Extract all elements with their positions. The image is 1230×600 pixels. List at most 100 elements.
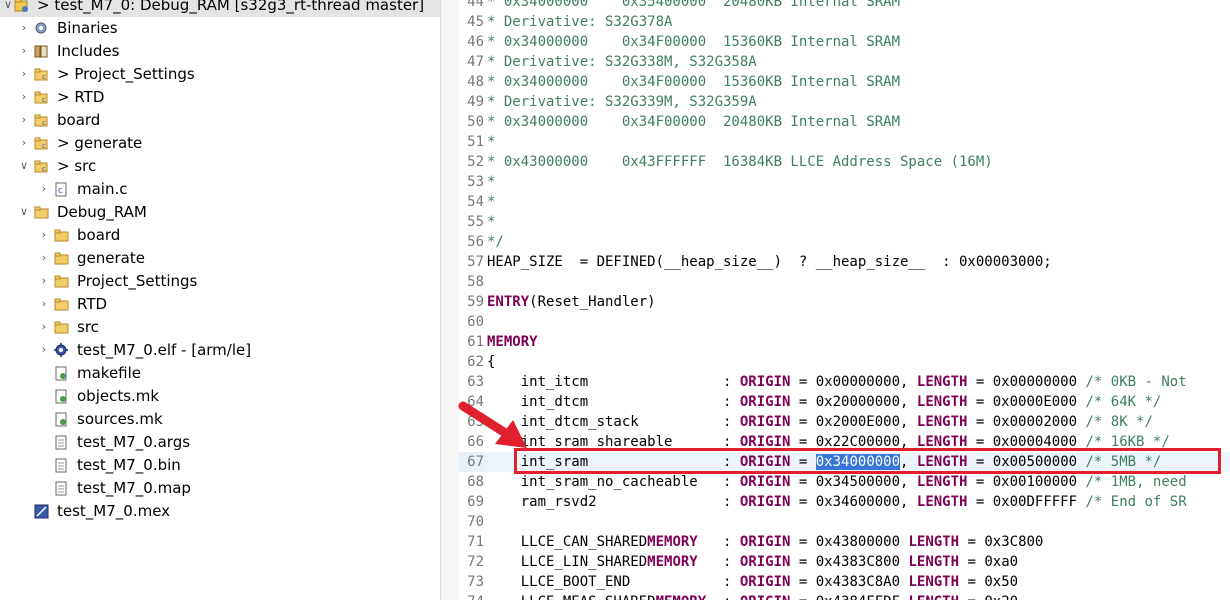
- code-text[interactable]: LLCE_LIN_SHAREDMEMORY : ORIGIN = 0x4383C…: [487, 552, 1018, 572]
- chevron-right-icon[interactable]: ›: [38, 251, 50, 265]
- tree-item[interactable]: › Binaries: [0, 17, 440, 40]
- tree-item[interactable]: › src: [0, 316, 440, 339]
- code-text[interactable]: *: [487, 132, 495, 152]
- code-line[interactable]: 69 ram_rsvd2 : ORIGIN = 0x34600000, LENG…: [459, 492, 1230, 512]
- code-line[interactable]: 51 *: [459, 132, 1230, 152]
- code-text[interactable]: * 0x34000000 0x34F00000 15360KB Internal…: [487, 72, 900, 92]
- tree-item-label: main.c: [77, 180, 128, 198]
- code-editor[interactable]: 44 * 0x34000000 0x35400000 20480KB Intern…: [459, 0, 1230, 600]
- code-line[interactable]: 45 * Derivative: S32G378A: [459, 12, 1230, 32]
- code-line[interactable]: 47 * Derivative: S32G338M, S32G358A: [459, 52, 1230, 72]
- code-text[interactable]: LLCE_CAN_SHAREDMEMORY : ORIGIN = 0x43800…: [487, 532, 1044, 552]
- code-line[interactable]: 70: [459, 512, 1230, 532]
- chevron-right-icon[interactable]: ›: [18, 21, 30, 35]
- code-text[interactable]: * 0x34000000 0x34F00000 20480KB Internal…: [487, 112, 900, 132]
- code-line[interactable]: 61 MEMORY: [459, 332, 1230, 352]
- code-line[interactable]: 55 *: [459, 212, 1230, 232]
- tree-item[interactable]: › c board: [0, 109, 440, 132]
- code-line[interactable]: 72 LLCE_LIN_SHAREDMEMORY : ORIGIN = 0x43…: [459, 552, 1230, 572]
- tree-item[interactable]: › generate: [0, 247, 440, 270]
- chevron-down-icon[interactable]: ∨: [18, 205, 30, 219]
- chevron-right-icon[interactable]: ›: [18, 136, 30, 150]
- code-text[interactable]: ram_rsvd2 : ORIGIN = 0x34600000, LENGTH …: [487, 492, 1187, 512]
- code-text[interactable]: int_dtcm : ORIGIN = 0x20000000, LENGTH =…: [487, 392, 1162, 412]
- code-text[interactable]: * 0x34000000 0x34F00000 15360KB Internal…: [487, 32, 900, 52]
- chevron-right-icon[interactable]: ›: [18, 44, 30, 58]
- code-text[interactable]: int_itcm : ORIGIN = 0x00000000, LENGTH =…: [487, 372, 1187, 392]
- tree-item[interactable]: › board: [0, 224, 440, 247]
- code-text[interactable]: HEAP_SIZE = DEFINED(__heap_size__) ? __h…: [487, 252, 1052, 272]
- code-line[interactable]: 64 int_dtcm : ORIGIN = 0x20000000, LENGT…: [459, 392, 1230, 412]
- code-line[interactable]: 74 LLCE_MEAS_SHAREDMEMORY : ORIGIN = 0x4…: [459, 592, 1230, 600]
- tree-item[interactable]: › RTD: [0, 293, 440, 316]
- code-line[interactable]: 71 LLCE_CAN_SHAREDMEMORY : ORIGIN = 0x43…: [459, 532, 1230, 552]
- chevron-down-icon[interactable]: ∨: [2, 0, 14, 12]
- chevron-right-icon[interactable]: ›: [38, 320, 50, 334]
- code-text[interactable]: LLCE_MEAS_SHAREDMEMORY : ORIGIN = 0x4384…: [487, 592, 1018, 600]
- chevron-right-icon[interactable]: ›: [38, 274, 50, 288]
- text-file-icon: [54, 458, 69, 473]
- tree-item[interactable]: ∨ c > src: [0, 155, 440, 178]
- code-text[interactable]: *: [487, 172, 495, 192]
- code-text[interactable]: * Derivative: S32G339M, S32G359A: [487, 92, 757, 112]
- code-text[interactable]: {: [487, 352, 495, 372]
- code-line[interactable]: 58: [459, 272, 1230, 292]
- tree-item[interactable]: › Project_Settings: [0, 270, 440, 293]
- tree-item[interactable]: › c > Project_Settings: [0, 63, 440, 86]
- code-line[interactable]: 49 * Derivative: S32G339M, S32G359A: [459, 92, 1230, 112]
- code-line[interactable]: 57 HEAP_SIZE = DEFINED(__heap_size__) ? _…: [459, 252, 1230, 272]
- code-line[interactable]: 48 * 0x34000000 0x34F00000 15360KB Intern…: [459, 72, 1230, 92]
- tree-item[interactable]: objects.mk: [0, 385, 440, 408]
- code-text[interactable]: int_dtcm_stack : ORIGIN = 0x2000E000, LE…: [487, 412, 1153, 432]
- chevron-right-icon[interactable]: ›: [18, 67, 30, 81]
- code-line[interactable]: 54 *: [459, 192, 1230, 212]
- tree-item[interactable]: test_M7_0.mex: [0, 500, 440, 523]
- code-line[interactable]: 73 LLCE_BOOT_END : ORIGIN = 0x4383C8A0 L…: [459, 572, 1230, 592]
- tree-item[interactable]: sources.mk: [0, 408, 440, 431]
- tree-item[interactable]: › c > generate: [0, 132, 440, 155]
- chevron-down-icon[interactable]: ∨: [18, 159, 30, 173]
- code-token: LLCE_LIN_SHARED: [487, 554, 648, 570]
- tree-item[interactable]: › c main.c: [0, 178, 440, 201]
- code-line[interactable]: 44 * 0x34000000 0x35400000 20480KB Intern…: [459, 0, 1230, 12]
- code-line[interactable]: 65 int_dtcm_stack : ORIGIN = 0x2000E000,…: [459, 412, 1230, 432]
- code-text[interactable]: * Derivative: S32G338M, S32G358A: [487, 52, 757, 72]
- code-line[interactable]: 52 * 0x43000000 0x43FFFFFF 16384KB LLCE A…: [459, 152, 1230, 172]
- code-line[interactable]: 62{: [459, 352, 1230, 372]
- code-text[interactable]: * 0x43000000 0x43FFFFFF 16384KB LLCE Add…: [487, 152, 993, 172]
- code-text[interactable]: ENTRY(Reset_Handler): [487, 292, 656, 312]
- chevron-right-icon[interactable]: ›: [38, 297, 50, 311]
- tree-item[interactable]: test_M7_0.bin: [0, 454, 440, 477]
- tree-item[interactable]: ∨ Debug_RAM: [0, 201, 440, 224]
- chevron-right-icon[interactable]: ›: [38, 182, 50, 196]
- code-text[interactable]: MEMORY: [487, 332, 538, 352]
- code-line[interactable]: 60: [459, 312, 1230, 332]
- chevron-right-icon[interactable]: ›: [18, 90, 30, 104]
- code-line[interactable]: 50 * 0x34000000 0x34F00000 20480KB Intern…: [459, 112, 1230, 132]
- code-text[interactable]: int_sram_no_cacheable : ORIGIN = 0x34500…: [487, 472, 1187, 492]
- code-text[interactable]: * Derivative: S32G378A: [487, 12, 672, 32]
- tree-item[interactable]: test_M7_0.args: [0, 431, 440, 454]
- code-line[interactable]: 63 int_itcm : ORIGIN = 0x00000000, LENGT…: [459, 372, 1230, 392]
- tree-item[interactable]: ∨ > test_M7_0: Debug_RAM [s32g3_rt-thread…: [0, 0, 440, 17]
- code-token: int_itcm :: [487, 374, 740, 390]
- code-line[interactable]: 59 ENTRY(Reset_Handler): [459, 292, 1230, 312]
- tree-item[interactable]: makefile: [0, 362, 440, 385]
- chevron-right-icon[interactable]: ›: [18, 113, 30, 127]
- tree-item[interactable]: › c > RTD: [0, 86, 440, 109]
- code-line[interactable]: 68 int_sram_no_cacheable : ORIGIN = 0x34…: [459, 472, 1230, 492]
- code-text[interactable]: * 0x34000000 0x35400000 20480KB Internal…: [487, 0, 900, 12]
- code-line[interactable]: 46 * 0x34000000 0x34F00000 15360KB Intern…: [459, 32, 1230, 52]
- code-line[interactable]: 56 */: [459, 232, 1230, 252]
- code-text[interactable]: LLCE_BOOT_END : ORIGIN = 0x4383C8A0 LENG…: [487, 572, 1018, 592]
- code-line[interactable]: 53 *: [459, 172, 1230, 192]
- code-text[interactable]: */: [487, 232, 504, 252]
- chevron-right-icon[interactable]: ›: [38, 343, 50, 357]
- code-text[interactable]: *: [487, 192, 495, 212]
- code-token: /* End of SR: [1085, 494, 1187, 510]
- chevron-right-icon[interactable]: ›: [38, 228, 50, 242]
- tree-item[interactable]: test_M7_0.map: [0, 477, 440, 500]
- tree-item[interactable]: › test_M7_0.elf - [arm/le]: [0, 339, 440, 362]
- tree-item[interactable]: › Includes: [0, 40, 440, 63]
- code-text[interactable]: *: [487, 212, 495, 232]
